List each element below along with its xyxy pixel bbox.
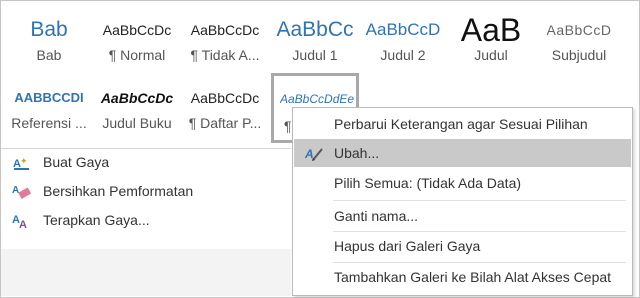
style-label: Judul Buku [102,115,172,131]
style-tile-no-spacing[interactable]: AaBbCcDc ¶ Tidak A... [181,5,269,71]
style-label: ¶ Tidak A... [190,47,260,63]
modify-style-icon: A [304,147,323,161]
style-label: Judul 1 [292,47,338,63]
menu-item-label: Buat Gaya [43,154,110,170]
menu-item-label: Bersihkan Pemformatan [43,183,194,199]
style-tile-heading-1[interactable]: AaBbCc Judul 1 [271,5,359,71]
style-label: Judul 2 [380,47,426,63]
menu-item-label: Ubah... [334,145,380,161]
menu-item-rename[interactable]: Ganti nama... [294,202,631,230]
style-preview: AaB [460,15,522,45]
svg-text:A: A [12,185,19,196]
style-label: Judul [474,47,508,63]
menu-item-remove-from-gallery[interactable]: Hapus dari Galeri Gaya [294,232,631,260]
style-preview: AaBbCcDc [190,22,260,38]
style-preview: AaBbCc [276,18,354,41]
menu-item-label: Ganti nama... [334,208,419,224]
style-tile-normal[interactable]: AaBbCcDc ¶ Normal [93,5,181,71]
style-context-menu: Perbarui Keterangan agar Sesuai Pilihan … [292,107,633,296]
style-label: ¶ Daftar P... [188,115,262,131]
apply-styles-button[interactable]: AA Terapkan Gaya... [1,207,291,233]
clear-formatting-icon: A [11,181,33,201]
style-tile-heading-2[interactable]: AaBbCcD Judul 2 [359,5,447,71]
menu-item-modify[interactable]: A Ubah... [294,139,631,167]
menu-item-add-to-quick-access[interactable]: Tambahkan Galeri ke Bilah Alat Akses Cep… [294,263,631,291]
menu-item-select-all[interactable]: Pilih Semua: (Tidak Ada Data) [294,169,631,197]
menu-item-label: Terapkan Gaya... [43,212,150,228]
style-tile-title[interactable]: AaB Judul [447,5,535,71]
style-preview: AaBbCcDc [190,90,260,106]
menu-separator [333,200,626,201]
menu-item-label: Perbarui Keterangan agar Sesuai Pilihan [334,116,588,132]
style-preview: AaBbCcDc [100,90,174,106]
style-label: Bab [36,47,62,63]
style-label: Referensi ... [11,115,87,131]
menu-item-update-to-match[interactable]: Perbarui Keterangan agar Sesuai Pilihan [294,110,631,138]
style-preview: AABBCCDI [14,90,84,105]
menu-item-label: Pilih Semua: (Tidak Ada Data) [334,175,522,191]
menu-item-label: Tambahkan Galeri ke Bilah Alat Akses Cep… [334,269,612,285]
style-label: ¶ Normal [108,47,166,63]
svg-text:A: A [19,219,27,230]
style-label: Subjudul [551,47,607,63]
apply-styles-icon: AA [11,210,33,230]
clear-formatting-button[interactable]: A Bersihkan Pemformatan [1,178,291,204]
create-style-icon: A ✦ [11,152,33,172]
style-preview: Bab [30,18,68,41]
style-preview: AaBbCcD [546,22,612,38]
style-tile-reference[interactable]: AABBCCDI Referensi ... [5,73,93,139]
pane-footer [1,249,291,296]
menu-item-label: Hapus dari Galeri Gaya [334,238,481,254]
svg-text:✦: ✦ [20,156,28,166]
style-preview: AaBbCcD [365,20,441,39]
styles-commands-menu: A ✦ Buat Gaya A Bersihkan Pemformatan AA … [1,148,291,249]
svg-text:A: A [304,147,314,161]
create-style-button[interactable]: A ✦ Buat Gaya [1,149,291,175]
style-tile-list-paragraph[interactable]: AaBbCcDc ¶ Daftar P... [181,73,269,139]
style-tile-book-title[interactable]: AaBbCcDc Judul Buku [93,73,181,139]
style-tile-bab[interactable]: Bab Bab [5,5,93,71]
style-tile-subtitle[interactable]: AaBbCcD Subjudul [535,5,623,71]
style-preview: AaBbCcDc [102,22,172,38]
